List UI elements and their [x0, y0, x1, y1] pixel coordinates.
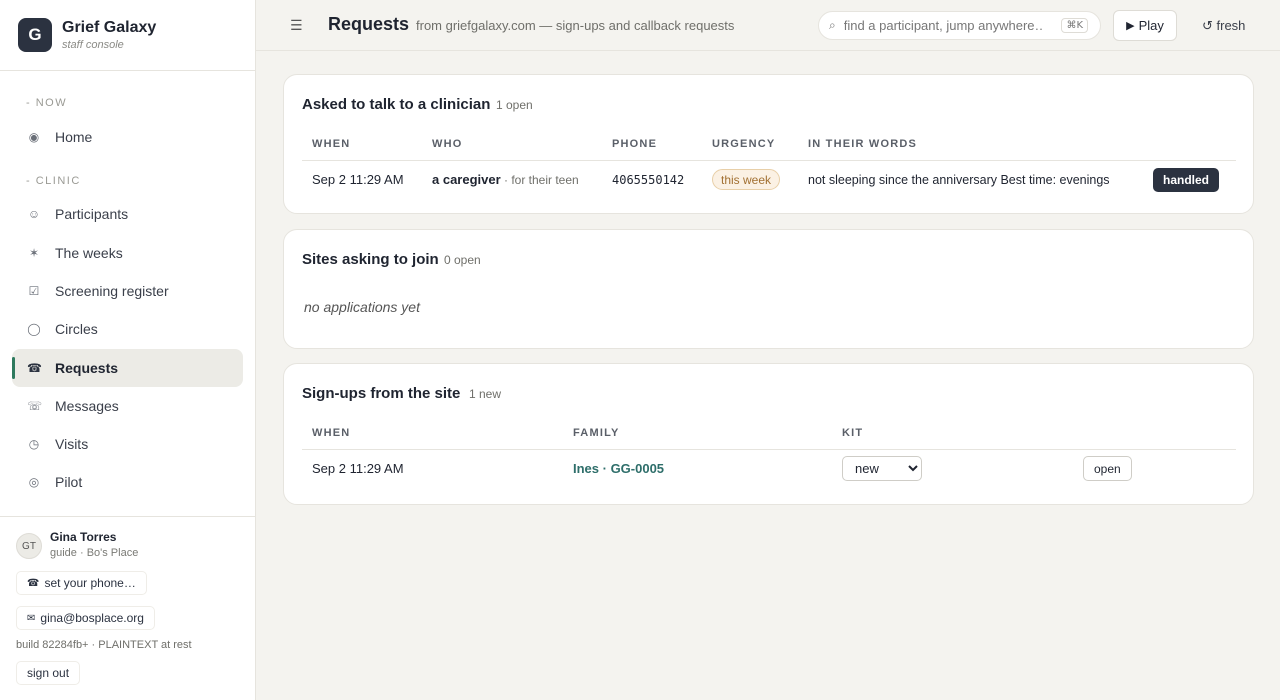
- card-title: Sites asking to join: [302, 251, 439, 268]
- column-header: FAMILY: [573, 427, 620, 439]
- search-input[interactable]: [843, 18, 1044, 33]
- play-button[interactable]: ▶ Play: [1113, 10, 1177, 41]
- sidebar-item-messages[interactable]: ☏ Messages: [12, 387, 243, 425]
- column-header: WHEN: [312, 427, 351, 439]
- envelope-icon: ✉: [27, 612, 36, 624]
- checkbox-icon: ☑: [28, 284, 40, 298]
- request-who: a caregiver · for their teen: [432, 172, 579, 187]
- urgency-badge: this week: [712, 169, 781, 190]
- sidebar: G Grief Galaxy staff console - NOW ◉ Hom…: [0, 0, 256, 700]
- build-info: build 82284fb+ · PLAINTEXT at rest: [16, 639, 192, 651]
- sidebar-item-label: Circles: [55, 321, 98, 337]
- column-header: IN THEIR WORDS: [808, 138, 918, 150]
- sidebar-item-label: Visits: [55, 436, 89, 452]
- open-count: 0 open: [444, 253, 481, 267]
- email-button[interactable]: ✉ gina@bosplace.org: [16, 606, 155, 630]
- signups-card: Sign-ups from the site 1 new WHEN FAMILY…: [283, 363, 1254, 505]
- user-name: Gina Torres: [50, 530, 117, 544]
- brand-logo: G: [18, 18, 52, 52]
- sign-out-label: sign out: [27, 666, 70, 680]
- set-phone-button[interactable]: ☎ set your phone…: [16, 571, 147, 595]
- page-subtitle: from griefgalaxy.com — sign-ups and call…: [416, 18, 735, 33]
- ring-icon: ◎: [28, 475, 40, 489]
- sidebar-item-label: Requests: [55, 360, 119, 376]
- empty-state: no applications yet: [304, 299, 420, 315]
- circle-icon: ◯: [27, 322, 41, 336]
- request-words: not sleeping since the anniversary Best …: [808, 173, 1110, 187]
- sidebar-footer: GT Gina Torres guide · Bo's Place ☎ set …: [0, 516, 255, 700]
- sidebar-item-the-weeks[interactable]: ✶ The weeks: [12, 234, 243, 272]
- telephone-icon: ☏: [27, 399, 43, 413]
- sites-card: Sites asking to join 0 open no applicati…: [283, 229, 1254, 349]
- sidebar-item-label: The weeks: [55, 245, 123, 261]
- sidebar-item-label: Home: [55, 129, 93, 145]
- sidebar-item-visits[interactable]: ◷ Visits: [12, 425, 243, 463]
- request-phone: 4065550142: [612, 173, 685, 187]
- search-icon: ⌕: [829, 18, 836, 32]
- topbar: ☰ Requests from griefgalaxy.com — sign-u…: [256, 0, 1280, 51]
- asterisk-icon: ✶: [28, 246, 40, 260]
- target-icon: ◉: [28, 130, 40, 144]
- menu-icon[interactable]: ☰: [290, 17, 303, 34]
- brand-subtitle: staff console: [62, 39, 124, 51]
- kit-select[interactable]: new: [842, 456, 922, 481]
- phone-icon: ☎: [27, 577, 40, 589]
- smiley-icon: ☺: [27, 207, 41, 221]
- sidebar-item-pilot[interactable]: ◎ Pilot: [12, 463, 243, 501]
- brand-name: Grief Galaxy: [62, 19, 157, 36]
- set-phone-label: set your phone…: [44, 576, 136, 590]
- divider: [302, 160, 1236, 161]
- shortcut-hint: ⌘K: [1061, 18, 1088, 33]
- play-icon: ▶: [1126, 20, 1135, 32]
- column-header: WHO: [432, 138, 463, 150]
- signup-when: Sep 2 11:29 AM: [312, 461, 404, 476]
- column-header: KIT: [842, 427, 864, 439]
- email-label: gina@bosplace.org: [40, 611, 144, 625]
- who-note: · for their teen: [500, 173, 579, 187]
- family-link[interactable]: Ines · GG-0005: [573, 461, 664, 476]
- new-count: 1 new: [469, 387, 502, 401]
- sidebar-item-label: Messages: [55, 398, 119, 414]
- sidebar-item-label: Pilot: [55, 474, 83, 490]
- request-when: Sep 2 11:29 AM: [312, 172, 404, 187]
- handled-button[interactable]: handled: [1153, 168, 1220, 192]
- sidebar-item-home[interactable]: ◉ Home: [12, 118, 243, 156]
- column-header: WHEN: [312, 138, 351, 150]
- card-title: Sign-ups from the site: [302, 385, 461, 402]
- divider: [302, 449, 1236, 450]
- section-label-clinic: - CLINIC: [26, 175, 81, 187]
- refresh-button[interactable]: ↺ fresh: [1202, 18, 1245, 34]
- sidebar-item-requests[interactable]: ☎ Requests: [12, 349, 243, 387]
- sidebar-item-label: Screening register: [55, 283, 169, 299]
- section-label-now: - NOW: [26, 97, 68, 109]
- open-button[interactable]: open: [1083, 456, 1132, 481]
- avatar[interactable]: GT: [16, 533, 42, 559]
- brand[interactable]: G Grief Galaxy staff console: [0, 0, 255, 71]
- open-count: 1 open: [496, 98, 533, 112]
- sidebar-item-label: Participants: [55, 206, 129, 222]
- column-header: PHONE: [612, 138, 658, 150]
- phone-icon: ☎: [27, 361, 42, 375]
- page-title: Requests: [328, 14, 410, 34]
- column-header: URGENCY: [712, 138, 776, 150]
- clinician-requests-card: Asked to talk to a clinician 1 open WHEN…: [283, 74, 1254, 214]
- sign-out-button[interactable]: sign out: [16, 661, 81, 685]
- card-title: Asked to talk to a clinician: [302, 96, 491, 113]
- sidebar-item-participants[interactable]: ☺ Participants: [12, 195, 243, 233]
- user-role: guide · Bo's Place: [50, 547, 139, 559]
- who-label: a caregiver: [432, 172, 501, 187]
- search-box[interactable]: ⌕ ⌘K: [818, 11, 1101, 40]
- sidebar-item-circles[interactable]: ◯ Circles: [12, 310, 243, 348]
- play-label: Play: [1138, 18, 1164, 33]
- clock-icon: ◷: [28, 437, 40, 451]
- sidebar-item-screening-register[interactable]: ☑ Screening register: [12, 272, 243, 310]
